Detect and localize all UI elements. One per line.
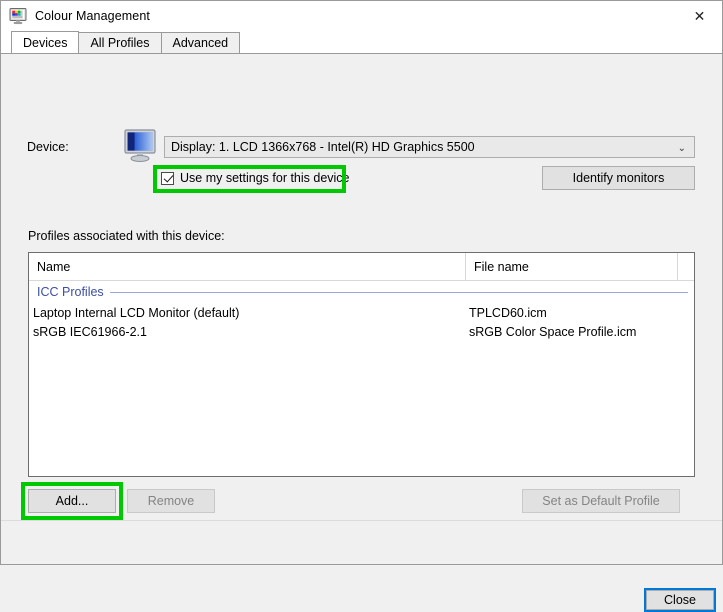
column-header-name[interactable]: Name <box>29 253 466 280</box>
title-bar: Colour Management ✕ <box>1 1 722 31</box>
tab-strip: Devices All Profiles Advanced <box>1 31 722 53</box>
close-icon[interactable]: ✕ <box>677 1 722 31</box>
colour-management-monitor-icon <box>9 7 27 25</box>
set-as-default-profile-button[interactable]: Set as Default Profile <box>522 489 680 513</box>
use-my-settings-label: Use my settings for this device <box>180 171 350 185</box>
device-select-value: Display: 1. LCD 1366x768 - Intel(R) HD G… <box>171 140 475 154</box>
window-controls: ✕ <box>677 1 722 31</box>
profiles-list-header: Name File name <box>29 253 694 281</box>
window-title: Colour Management <box>35 9 150 23</box>
colour-management-window: Colour Management ✕ Devices All Profiles… <box>0 0 723 612</box>
tab-advanced[interactable]: Advanced <box>160 32 241 53</box>
device-label: Device: <box>27 140 69 154</box>
profile-file-name: TPLCD60.icm <box>469 305 547 320</box>
use-my-settings-checkbox[interactable]: Use my settings for this device <box>161 171 350 185</box>
close-button[interactable]: Close <box>644 588 716 612</box>
column-header-extra[interactable] <box>678 253 694 280</box>
monitor-icon <box>123 128 161 164</box>
dialog-footer <box>1 520 722 564</box>
chevron-down-icon: ⌄ <box>677 142 686 154</box>
profile-name: Laptop Internal LCD Monitor (default) <box>33 305 240 320</box>
profile-name: sRGB IEC61966-2.1 <box>33 324 147 339</box>
table-row[interactable]: sRGB IEC61966-2.1 sRGB Color Space Profi… <box>29 322 694 341</box>
close-button-label: Close <box>646 590 714 610</box>
device-select[interactable]: Display: 1. LCD 1366x768 - Intel(R) HD G… <box>164 136 695 158</box>
tab-all-profiles[interactable]: All Profiles <box>78 32 162 53</box>
group-header-icc-profiles: ICC Profiles <box>29 281 694 303</box>
profile-file-name: sRGB Color Space Profile.icm <box>469 324 637 339</box>
identify-monitors-button[interactable]: Identify monitors <box>542 166 695 190</box>
checkbox-box <box>161 171 174 185</box>
column-header-file-name[interactable]: File name <box>466 253 678 280</box>
group-header-label: ICC Profiles <box>29 285 110 299</box>
devices-tab-panel: Device: Display: 1. LCD 1366x768 - Intel… <box>1 53 722 612</box>
profiles-caption: Profiles associated with this device: <box>28 229 225 243</box>
add-button[interactable]: Add... <box>28 489 116 513</box>
remove-button[interactable]: Remove <box>127 489 215 513</box>
group-header-rule <box>29 292 688 293</box>
table-row[interactable]: Laptop Internal LCD Monitor (default) TP… <box>29 303 694 322</box>
profiles-list[interactable]: Name File name ICC Profiles Laptop Inter… <box>28 252 695 477</box>
tab-devices[interactable]: Devices <box>11 31 80 53</box>
